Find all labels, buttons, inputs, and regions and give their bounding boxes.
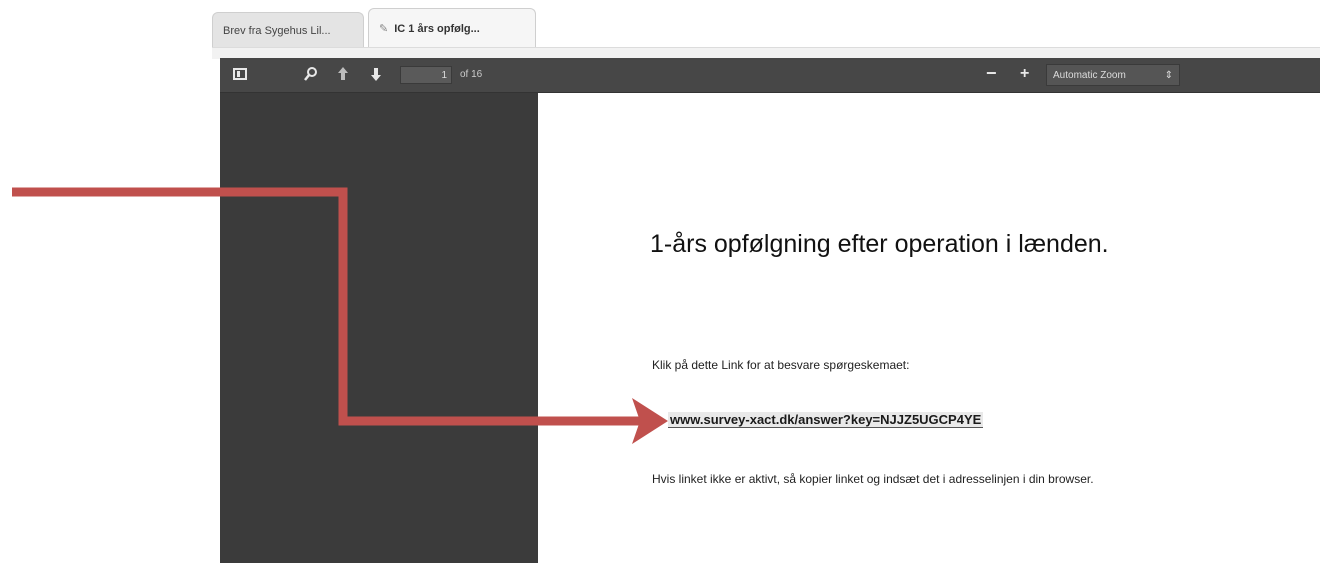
annotation-arrow bbox=[12, 187, 668, 444]
